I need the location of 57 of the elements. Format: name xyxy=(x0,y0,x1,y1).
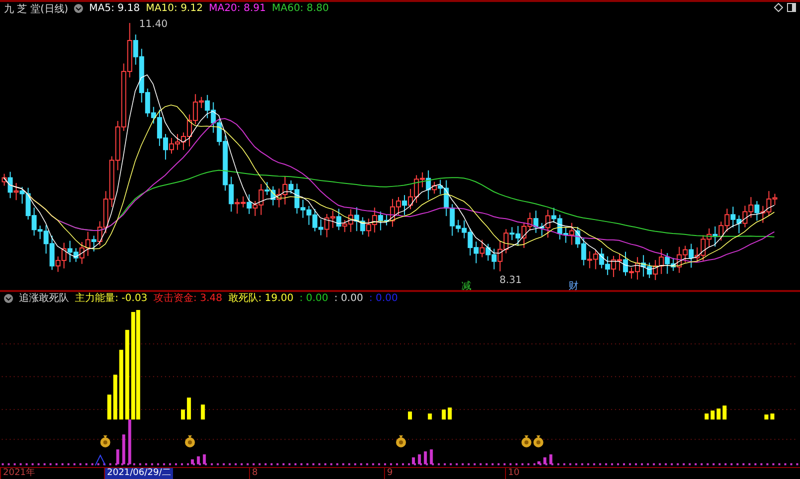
indicator-bar xyxy=(412,457,415,464)
money-bag-icon xyxy=(521,435,532,448)
indicator-bar xyxy=(543,457,546,464)
moving-average-value: MA5: 9.18 xyxy=(89,3,140,14)
date-label: 8 xyxy=(249,468,260,479)
indicator-bar xyxy=(113,374,118,420)
moving-average-value: MA60: 8.80 xyxy=(272,3,329,14)
indicator-bar xyxy=(770,413,774,420)
date-label: 2021年 xyxy=(0,468,37,479)
indicator-bar xyxy=(202,454,206,464)
diamond-icon[interactable] xyxy=(774,3,783,12)
indicator-title: 追涨敢死队 xyxy=(19,292,69,306)
indicator-bar xyxy=(122,434,126,464)
indicator-bar xyxy=(448,407,452,420)
indicator-bar xyxy=(186,397,191,420)
money-bag-icon xyxy=(396,435,406,448)
indicator-bar xyxy=(418,454,421,464)
indicator-bar xyxy=(537,461,540,464)
low-price-label: 8.31 xyxy=(500,274,522,286)
panel-icon[interactable] xyxy=(787,3,796,12)
indicator-value: : 0.00 xyxy=(369,292,398,304)
moving-average-value: MA20: 8.91 xyxy=(208,3,266,14)
date-label: 2021/06/29/二 xyxy=(104,468,173,479)
date-label: 9 xyxy=(384,468,395,479)
indicator-bar xyxy=(180,409,185,420)
high-price-label: 11.40 xyxy=(139,18,168,30)
indicator-bar xyxy=(710,410,715,420)
indicator-bar xyxy=(764,414,768,420)
money-bag-icon xyxy=(533,435,544,448)
indicator-bar xyxy=(116,449,120,464)
money-bag-icon xyxy=(100,435,110,448)
stock-title: 九 芝 堂(日线) xyxy=(4,2,68,16)
indicator-bar xyxy=(107,394,112,420)
indicator-bar xyxy=(716,408,721,420)
indicator-value: 敢死队: 19.00 xyxy=(228,292,294,306)
indicator-value: 攻击资金: 3.48 xyxy=(153,292,222,306)
indicator-bar xyxy=(442,409,446,420)
indicator-bar xyxy=(428,413,432,420)
indicator-bar xyxy=(430,449,433,464)
indicator-bar xyxy=(549,454,552,464)
indicator-bar xyxy=(196,456,200,464)
dropdown-icon[interactable] xyxy=(74,4,84,13)
money-bag-icon xyxy=(184,435,195,448)
dropdown-icon[interactable] xyxy=(4,294,13,303)
indicator-bar xyxy=(722,405,727,420)
moving-average-value: MA10: 9.12 xyxy=(146,3,203,14)
indicator-value: : 0.00 xyxy=(334,292,364,304)
indicator-value: 主力能量: -0.03 xyxy=(75,292,148,306)
indicator-bar xyxy=(424,451,427,464)
indicator-bar xyxy=(200,404,205,420)
indicator-bar xyxy=(190,459,194,464)
indicator-bar xyxy=(408,411,412,420)
indicator-bar xyxy=(119,350,124,420)
indicator-value: : 0.00 xyxy=(299,292,328,304)
date-label: 10 xyxy=(505,468,522,479)
event-marker: 财 xyxy=(568,280,578,290)
indicator-bar xyxy=(704,413,709,420)
